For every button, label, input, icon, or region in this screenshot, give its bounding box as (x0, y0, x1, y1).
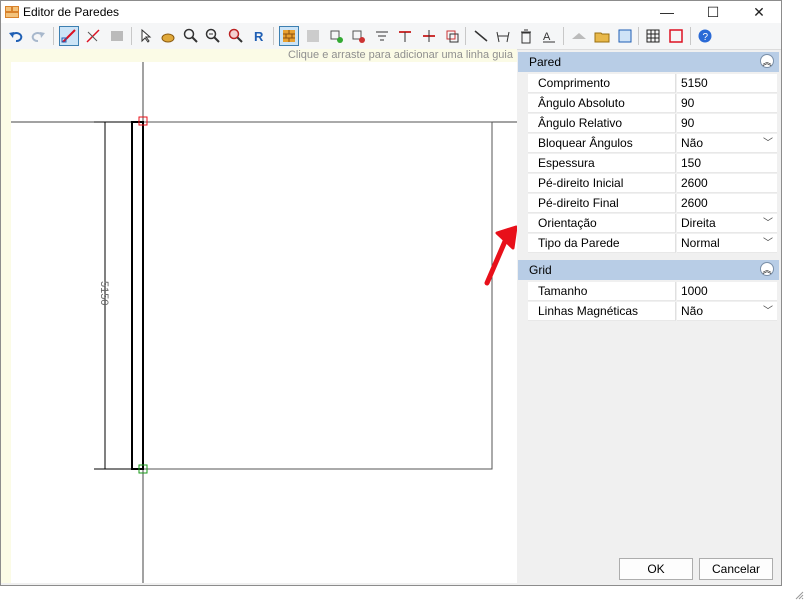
align-red-alt-icon[interactable] (419, 26, 439, 46)
undo-icon[interactable] (6, 26, 26, 46)
category-pared-label: Pared (529, 55, 562, 69)
property-pe-direito-final[interactable]: Pé-direito Final 2600 (518, 194, 777, 214)
svg-text:A: A (543, 31, 551, 43)
room-outline (142, 121, 493, 470)
property-label: Comprimento (528, 74, 676, 93)
collapse-chevron-icon[interactable]: ︽ (760, 54, 774, 68)
chevron-down-icon[interactable]: ﹀ (763, 302, 773, 321)
property-dropdown[interactable]: Não ﹀ (677, 134, 777, 153)
ok-button[interactable]: OK (619, 558, 693, 580)
property-label: Tipo da Parede (528, 234, 676, 253)
property-label: Pé-direito Inicial (528, 174, 676, 193)
svg-text:?: ? (703, 32, 709, 43)
red-arrow-head (495, 225, 517, 250)
property-dropdown[interactable]: Direita ﹀ (677, 214, 777, 233)
property-label: Bloquear Ângulos (528, 134, 676, 153)
property-label: Espessura (528, 154, 676, 173)
help-icon[interactable]: ? (695, 26, 715, 46)
property-label: Ângulo Relativo (528, 114, 676, 133)
text-rotate-icon[interactable]: A (539, 26, 559, 46)
property-value: Direita (681, 216, 716, 230)
table-icon[interactable] (107, 26, 127, 46)
property-value[interactable]: 150 (677, 154, 777, 173)
border-toggle-icon[interactable] (666, 26, 686, 46)
chevron-down-icon[interactable]: ﹀ (763, 234, 773, 253)
split-wall-icon[interactable] (83, 26, 103, 46)
property-bloquear-angulos[interactable]: Bloquear Ângulos Não ﹀ (518, 134, 777, 154)
chevron-down-icon[interactable]: ﹀ (763, 214, 773, 233)
property-label: Ângulo Absoluto (528, 94, 676, 113)
property-tamanho[interactable]: Tamanho 1000 (518, 282, 777, 302)
walls-mode-icon[interactable] (279, 26, 299, 46)
property-dropdown[interactable]: Não ﹀ (677, 302, 777, 321)
category-pared[interactable]: Pared ︽ (518, 52, 779, 72)
property-value[interactable]: 5150 (677, 74, 777, 93)
zoom-out-icon[interactable] (203, 26, 223, 46)
property-value[interactable]: 2600 (677, 174, 777, 193)
property-grid: Pared ︽ Comprimento 5150 Ângulo Absoluto 9… (518, 50, 779, 556)
walls-grid-icon[interactable] (303, 26, 323, 46)
delete-icon[interactable] (516, 26, 536, 46)
calculator-icon[interactable] (615, 26, 635, 46)
property-value[interactable]: 90 (677, 94, 777, 113)
property-linhas-magneticas[interactable]: Linhas Magnéticas Não ﹀ (518, 302, 777, 322)
align-icon[interactable] (372, 26, 392, 46)
select-pointer-icon[interactable] (136, 26, 156, 46)
zoom-extents-icon[interactable] (226, 26, 246, 46)
property-value[interactable]: 2600 (677, 194, 777, 213)
window-title: Editor de Paredes (23, 5, 120, 19)
close-button[interactable]: ✕ (736, 1, 782, 23)
title-bar: Editor de Paredes — ☐ ✕ (1, 1, 781, 23)
cancel-button[interactable]: Cancelar (699, 558, 773, 580)
property-espessura[interactable]: Espessura 150 (518, 154, 777, 174)
svg-text:R: R (254, 29, 264, 44)
remove-wall-icon[interactable] (348, 26, 368, 46)
draw-wall-icon[interactable] (59, 26, 79, 46)
selected-wall (131, 121, 144, 470)
measure-icon[interactable] (471, 26, 491, 46)
drawing-canvas[interactable]: Clique e arraste para adicionar uma linh… (1, 49, 517, 583)
red-arrow-shaft (484, 236, 509, 286)
wall-editor-app-icon (5, 6, 19, 18)
collapse-chevron-icon[interactable]: ︽ (760, 262, 774, 276)
redraw-icon[interactable]: R (249, 26, 269, 46)
wall-drawing (11, 62, 517, 583)
resize-grip-icon[interactable] (794, 590, 804, 600)
maximize-button[interactable]: ☐ (690, 1, 736, 23)
dimension-icon[interactable] (493, 26, 513, 46)
property-value: Não (681, 136, 704, 150)
redo-icon[interactable] (28, 26, 48, 46)
property-angulo-absoluto[interactable]: Ângulo Absoluto 90 (518, 94, 777, 114)
offset-icon[interactable] (442, 26, 462, 46)
property-label: Tamanho (528, 282, 676, 301)
property-dropdown[interactable]: Normal ﹀ (677, 234, 777, 253)
property-value[interactable]: 1000 (677, 282, 777, 301)
property-value[interactable]: 90 (677, 114, 777, 133)
property-label: Linhas Magnéticas (528, 302, 676, 321)
category-grid-label: Grid (529, 263, 552, 277)
property-label: Pé-direito Final (528, 194, 676, 213)
grid-toggle-icon[interactable] (643, 26, 663, 46)
property-value: Normal (681, 236, 720, 250)
property-tipo-da-parede[interactable]: Tipo da Parede Normal ﹀ (518, 234, 777, 254)
zoom-in-icon[interactable] (181, 26, 201, 46)
category-grid[interactable]: Grid ︽ (518, 260, 779, 280)
align-red-icon[interactable] (395, 26, 415, 46)
add-wall-icon[interactable] (326, 26, 346, 46)
property-pe-direito-inicial[interactable]: Pé-direito Inicial 2600 (518, 174, 777, 194)
minimize-button[interactable]: — (644, 1, 690, 23)
toolbar: R A ? (1, 23, 781, 50)
pan-hand-icon[interactable] (158, 26, 178, 46)
roof-icon[interactable] (569, 26, 589, 46)
property-value: Não (681, 304, 704, 318)
chevron-down-icon[interactable]: ﹀ (763, 134, 773, 153)
property-label: Orientação (528, 214, 676, 233)
property-angulo-relativo[interactable]: Ângulo Relativo 90 (518, 114, 777, 134)
property-orientacao[interactable]: Orientação Direita ﹀ (518, 214, 777, 234)
open-folder-icon[interactable] (592, 26, 612, 46)
property-comprimento[interactable]: Comprimento 5150 (518, 74, 777, 94)
wall-length-dimension-text: 5150 (98, 281, 110, 306)
